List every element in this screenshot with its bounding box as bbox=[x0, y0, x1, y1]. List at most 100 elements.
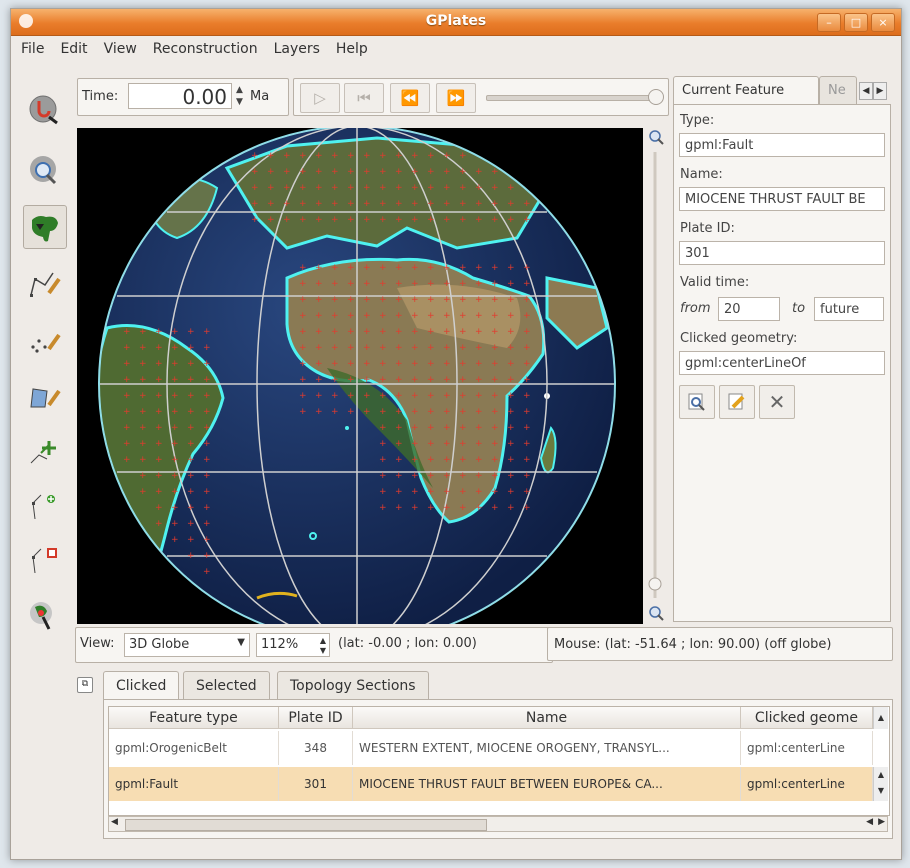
view-label: View: bbox=[80, 636, 115, 651]
clicked-geometry-field[interactable]: gpml:centerLineOf bbox=[679, 351, 885, 375]
edit-feature-button[interactable] bbox=[719, 385, 755, 419]
plate-marker: + bbox=[139, 359, 147, 369]
query-feature-button[interactable] bbox=[679, 385, 715, 419]
table-row[interactable]: gpml:OrogenicBelt 348 WESTERN EXTENT, MI… bbox=[109, 731, 873, 765]
menu-layers[interactable]: Layers bbox=[274, 41, 320, 57]
plate-marker: + bbox=[427, 151, 435, 161]
plate-marker: + bbox=[395, 343, 403, 353]
menu-reconstruction[interactable]: Reconstruction bbox=[153, 41, 258, 57]
time-input[interactable]: 0.00 bbox=[128, 83, 232, 109]
time-slider[interactable] bbox=[486, 95, 654, 101]
reset-button[interactable]: ⏮ bbox=[344, 83, 384, 113]
scroll-right-icon[interactable]: ▶ bbox=[878, 817, 885, 827]
cell-feature-type: gpml:Fault bbox=[109, 767, 279, 801]
plate-marker: + bbox=[523, 407, 531, 417]
close-button[interactable]: × bbox=[871, 13, 895, 32]
zoom-tool[interactable] bbox=[23, 149, 65, 191]
globe-canvas[interactable]: + + + + + + + + + + + + + + + + + + + + + + + + + + + + + + + + + + + + + + + +… bbox=[77, 128, 643, 624]
plate-marker: + bbox=[379, 327, 387, 337]
tab-current-feature[interactable]: Current Feature bbox=[673, 76, 819, 104]
digitise-multipoint-tool[interactable] bbox=[23, 319, 65, 361]
menu-file[interactable]: File bbox=[21, 41, 44, 57]
tab-next[interactable]: Ne bbox=[819, 76, 857, 104]
plate-id-field[interactable]: 301 bbox=[679, 241, 885, 265]
time-spinner[interactable]: ▲ ▼ bbox=[236, 84, 243, 108]
name-field[interactable]: MIOCENE THRUST FAULT BE bbox=[679, 187, 885, 211]
time-slider-handle[interactable] bbox=[648, 89, 664, 105]
clear-selection-button[interactable]: ✕ bbox=[759, 385, 795, 419]
plate-marker: + bbox=[171, 519, 179, 529]
step-forward-button[interactable]: ⏩ bbox=[436, 83, 476, 113]
manipulate-pole-tool[interactable] bbox=[23, 595, 65, 637]
tab-topology-sections[interactable]: Topology Sections bbox=[277, 671, 429, 699]
plate-id-label: Plate ID: bbox=[680, 221, 735, 236]
plate-marker: + bbox=[427, 279, 435, 289]
detach-icon[interactable]: ⧉ bbox=[77, 677, 93, 693]
vertical-scrollbar[interactable]: ▲ ▼ bbox=[873, 767, 888, 801]
plate-marker: + bbox=[523, 359, 531, 369]
column-header-name[interactable]: Name bbox=[353, 707, 741, 729]
valid-from-field[interactable]: 20 bbox=[718, 297, 780, 321]
plate-marker: + bbox=[475, 215, 483, 225]
plate-marker: + bbox=[331, 215, 339, 225]
zoom-input[interactable]: 112% ▲ ▼ bbox=[256, 633, 330, 657]
plate-marker: + bbox=[171, 327, 179, 337]
tab-selected[interactable]: Selected bbox=[183, 671, 270, 699]
drag-globe-tool[interactable] bbox=[23, 89, 65, 131]
horizontal-scrollbar[interactable]: ◀ ◀ ▶ bbox=[108, 816, 888, 832]
scroll-left-icon[interactable]: ◀ bbox=[111, 817, 118, 827]
plate-marker: + bbox=[379, 487, 387, 497]
digitise-polygon-tool[interactable] bbox=[23, 375, 65, 417]
plate-marker: + bbox=[459, 455, 467, 465]
menu-help[interactable]: Help bbox=[336, 41, 368, 57]
plate-marker: + bbox=[507, 279, 515, 289]
insert-vertex-tool[interactable] bbox=[23, 485, 65, 527]
plate-marker: + bbox=[363, 263, 371, 273]
title-bar[interactable]: GPlates – □ × bbox=[11, 9, 901, 36]
move-vertex-tool[interactable] bbox=[23, 431, 65, 473]
plate-marker: + bbox=[459, 343, 467, 353]
menu-view[interactable]: View bbox=[104, 41, 137, 57]
valid-to-field[interactable]: future bbox=[814, 297, 884, 321]
column-header-clicked-geometry[interactable]: Clicked geome bbox=[741, 707, 873, 729]
plate-marker: + bbox=[427, 439, 435, 449]
clicked-table-body: Feature type Plate ID Name Clicked geome… bbox=[103, 699, 893, 839]
choose-feature-tool[interactable] bbox=[23, 205, 67, 249]
plate-marker: + bbox=[283, 151, 291, 161]
mouse-coords: Mouse: (lat: -51.64 ; lon: 90.00) (off g… bbox=[547, 627, 893, 661]
plate-marker: + bbox=[491, 215, 499, 225]
menu-edit[interactable]: Edit bbox=[60, 41, 87, 57]
tab-scroll-right-button[interactable]: ▶ bbox=[873, 82, 887, 100]
digitise-polyline-tool[interactable] bbox=[23, 263, 65, 305]
plate-marker: + bbox=[187, 551, 195, 561]
maximize-button[interactable]: □ bbox=[844, 13, 868, 32]
column-header-feature-type[interactable]: Feature type bbox=[109, 707, 279, 729]
scroll-left-end-icon[interactable]: ◀ bbox=[866, 817, 873, 827]
minimize-button[interactable]: – bbox=[817, 13, 841, 32]
plate-marker: + bbox=[363, 167, 371, 177]
zoom-slider[interactable] bbox=[647, 128, 667, 624]
table-row-selected[interactable]: gpml:Fault 301 MIOCENE THRUST FAULT BETW… bbox=[109, 767, 873, 801]
plate-marker: + bbox=[187, 519, 195, 529]
plate-marker: + bbox=[427, 407, 435, 417]
plate-marker: + bbox=[427, 167, 435, 177]
plate-marker: + bbox=[315, 295, 323, 305]
tab-clicked[interactable]: Clicked bbox=[103, 671, 180, 699]
scrollbar-thumb[interactable] bbox=[125, 819, 487, 831]
tab-scroll-left-button[interactable]: ◀ bbox=[859, 82, 873, 100]
animation-controls: ▷ ⏮ ⏪ ⏩ bbox=[293, 78, 669, 116]
delete-vertex-tool[interactable] bbox=[23, 539, 65, 581]
plate-marker: + bbox=[347, 151, 355, 161]
scroll-up-icon[interactable]: ▲ bbox=[873, 707, 888, 729]
type-field[interactable]: gpml:Fault bbox=[679, 133, 885, 157]
plate-marker: + bbox=[475, 455, 483, 465]
plate-marker: + bbox=[411, 311, 419, 321]
view-mode-select[interactable]: 3D Globe ▼ bbox=[124, 633, 250, 657]
plate-marker: + bbox=[411, 407, 419, 417]
play-button[interactable]: ▷ bbox=[300, 83, 340, 113]
step-back-icon: ⏪ bbox=[400, 89, 420, 107]
plate-marker: + bbox=[155, 455, 163, 465]
step-back-button[interactable]: ⏪ bbox=[390, 83, 430, 113]
plate-marker: + bbox=[443, 503, 451, 513]
column-header-plate-id[interactable]: Plate ID bbox=[279, 707, 353, 729]
